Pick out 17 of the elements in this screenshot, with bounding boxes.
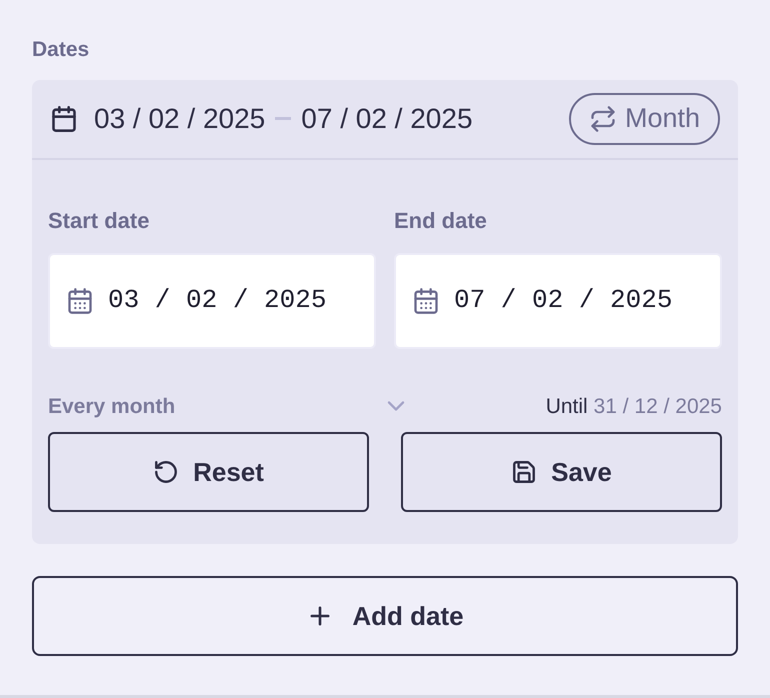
add-date-button[interactable]: Add date xyxy=(32,576,738,656)
calendar-icon xyxy=(412,286,440,314)
date-field[interactable]: 07 / 02 / 2025 xyxy=(394,252,722,348)
range-end: 07 / 02 / 2025 xyxy=(301,102,473,136)
field-label: End date xyxy=(394,206,488,234)
repeat-icon xyxy=(588,104,617,132)
repeat-button[interactable]: Month xyxy=(568,92,720,144)
calendar-icon xyxy=(66,286,94,314)
save-button[interactable]: Save xyxy=(401,432,722,512)
until-text: Until 31 / 12 / 2025 xyxy=(546,394,722,420)
range-start: 03 / 02 / 2025 xyxy=(94,102,266,136)
date-field[interactable]: 03 / 02 / 2025 xyxy=(48,252,376,348)
field-label: Start date xyxy=(48,206,150,234)
calendar-icon xyxy=(50,104,78,132)
section-title: Dates xyxy=(32,37,90,63)
undo-icon xyxy=(153,459,180,485)
reset-button[interactable]: Reset xyxy=(48,432,369,512)
